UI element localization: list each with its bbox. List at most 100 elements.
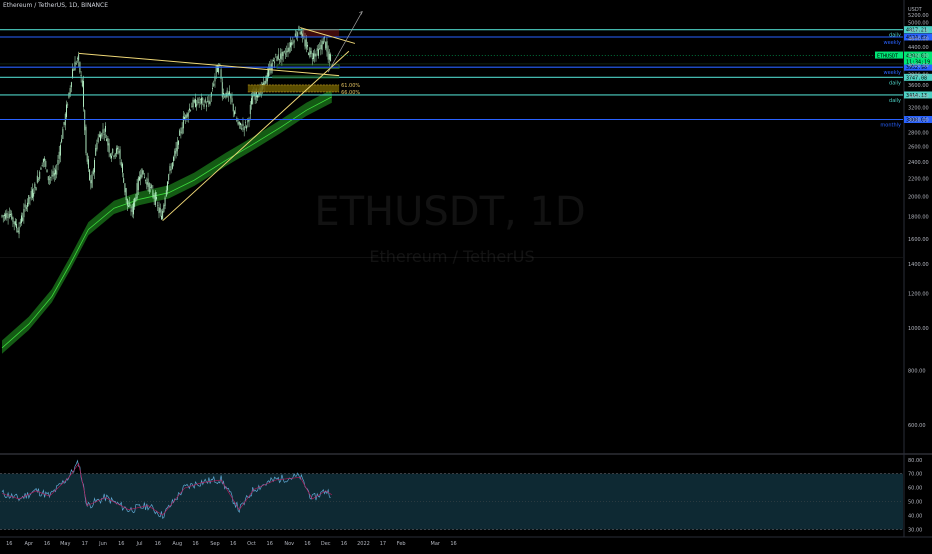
- candle-body: [274, 61, 276, 63]
- candle-body: [232, 104, 234, 112]
- candle-body: [16, 223, 18, 229]
- y-tick-label: 3000.00: [908, 118, 929, 124]
- candle-body: [61, 139, 63, 143]
- chart-header: Ethereum / TetherUS, 1D, BINANCE: [3, 2, 109, 9]
- candle-body: [282, 51, 284, 57]
- x-tick-label: 16: [267, 541, 273, 547]
- candle-body: [173, 156, 175, 162]
- y-tick-label: 4200.00: [908, 54, 929, 60]
- x-tick-label: 16: [6, 541, 12, 547]
- candle-body: [178, 140, 179, 145]
- rsi-y-tick-label: 30.00: [908, 527, 922, 533]
- candle-body: [119, 149, 121, 159]
- candle-body: [34, 183, 36, 189]
- candle-body: [176, 141, 178, 152]
- candle-body: [280, 53, 282, 59]
- candle-body: [243, 126, 245, 131]
- candle-body: [91, 174, 93, 188]
- candle-body: [165, 190, 167, 196]
- candle-body: [286, 50, 288, 53]
- y-tick-label: 2200.00: [908, 176, 929, 182]
- candle-body: [10, 214, 11, 216]
- y-tick-label: 5000.00: [908, 21, 929, 27]
- candle-body: [45, 160, 47, 167]
- candle-body: [2, 215, 4, 217]
- candle-body: [289, 42, 291, 48]
- candle-body: [277, 54, 279, 60]
- candle-body: [158, 206, 160, 214]
- candle-body: [72, 69, 74, 79]
- candle-body: [192, 99, 194, 107]
- candle-body: [160, 215, 162, 220]
- candle-body: [118, 151, 120, 153]
- candle-body: [146, 182, 148, 185]
- fib-label: 61.00%: [341, 83, 360, 89]
- candle-body: [25, 207, 27, 209]
- candle-body: [141, 168, 143, 178]
- rsi-y-tick-label: 60.00: [908, 486, 922, 492]
- candle-body: [142, 170, 144, 175]
- candle-body: [167, 181, 168, 191]
- candle-body: [115, 148, 117, 154]
- candle-body: [288, 47, 290, 52]
- candle-body: [198, 102, 200, 103]
- candle-body: [44, 158, 46, 161]
- chart-background: [0, 0, 932, 550]
- candle-body: [304, 39, 306, 47]
- chart-root[interactable]: ETHUSDT, 1D Ethereum / TetherUS 4817.21 dai…: [0, 0, 932, 550]
- candle-body: [313, 53, 315, 59]
- x-tick-label: Oct: [247, 541, 256, 547]
- rsi-y-tick-label: 70.00: [908, 472, 922, 478]
- candle-body: [305, 39, 307, 49]
- candle-body: [224, 95, 226, 97]
- candle-body: [69, 87, 71, 94]
- candle-body: [179, 130, 181, 136]
- candle-body: [95, 147, 97, 156]
- candle-body: [207, 100, 209, 102]
- candle-body: [7, 217, 9, 219]
- level-label: weekly: [884, 40, 902, 46]
- level-label: daily: [889, 98, 901, 104]
- candle-body: [321, 40, 323, 51]
- candle-body: [148, 183, 150, 192]
- candle-body: [330, 54, 332, 61]
- x-tick-label: Nov: [284, 541, 294, 547]
- candle-body: [226, 90, 228, 97]
- candle-body: [78, 54, 80, 61]
- candle-body: [49, 178, 50, 180]
- candle-body: [175, 147, 177, 154]
- y-tick-label: 800.00: [908, 368, 926, 374]
- candle-body: [30, 190, 32, 198]
- candle-body: [186, 113, 188, 118]
- candle-body: [40, 167, 42, 170]
- candle-body: [137, 177, 139, 191]
- candle-body: [56, 170, 58, 175]
- candle-body: [201, 97, 203, 104]
- candle-body: [77, 58, 78, 59]
- candle-body: [309, 47, 311, 58]
- candle-body: [213, 83, 215, 86]
- candle-body: [113, 155, 115, 158]
- level-label: daily: [889, 80, 901, 86]
- y-tick-label: 2800.00: [908, 131, 929, 137]
- candle-body: [164, 197, 166, 206]
- candle-body: [35, 187, 37, 191]
- candle-body: [326, 41, 328, 52]
- candle-body: [85, 126, 87, 154]
- candle-body: [203, 104, 205, 107]
- candle-body: [67, 104, 69, 106]
- candle-body: [124, 183, 126, 193]
- candle-body: [12, 217, 14, 222]
- current-symbol: ETHUSDT: [877, 54, 898, 60]
- candle-body: [47, 176, 49, 181]
- candle-body: [131, 206, 133, 213]
- candle-body: [140, 174, 142, 180]
- candle-body: [204, 99, 206, 103]
- candle-body: [249, 104, 251, 115]
- chart-canvas[interactable]: ETHUSDT, 1DEthereum / TetherUS4817.21dai…: [0, 0, 932, 550]
- candle-body: [80, 74, 82, 77]
- candle-body: [128, 205, 130, 207]
- candle-body: [24, 204, 26, 208]
- x-tick-label: 16: [118, 541, 124, 547]
- candle-body: [96, 142, 98, 150]
